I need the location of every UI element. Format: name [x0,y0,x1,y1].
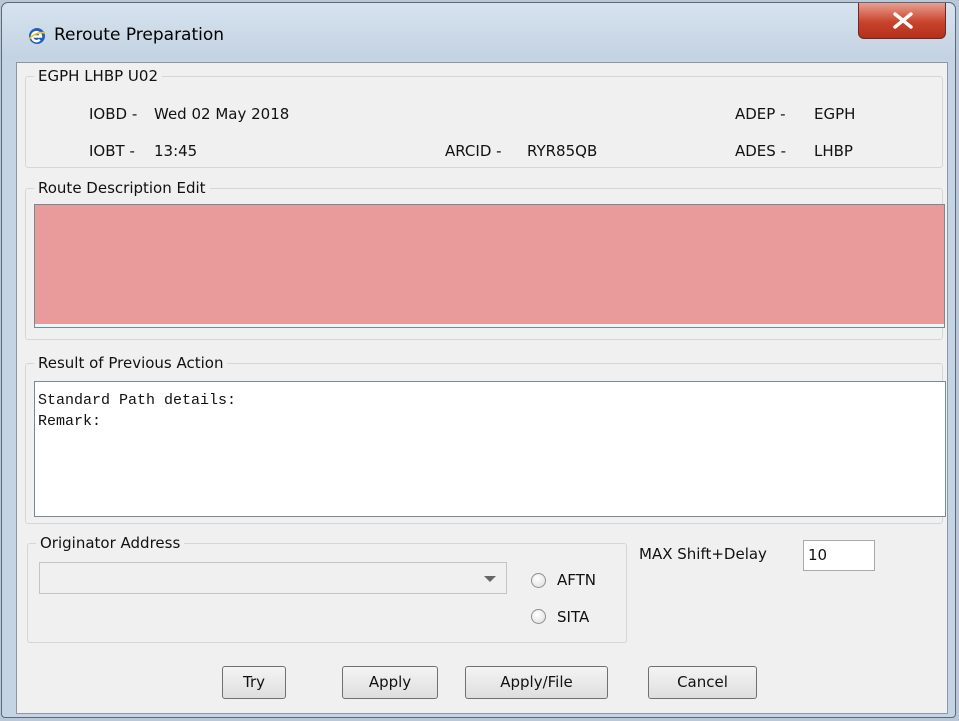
chevron-down-icon[interactable] [484,576,496,582]
iobd-label: IOBD - [89,105,138,123]
aftn-label[interactable]: AFTN [557,571,596,589]
adep-label: ADEP - [735,105,786,123]
window-title: Reroute Preparation [54,25,225,45]
originator-title: Originator Address [36,535,185,552]
close-x-icon [893,12,913,29]
sita-label[interactable]: SITA [557,608,589,626]
arcid-label: ARCID - [445,142,502,160]
route-description-textarea[interactable] [34,204,945,328]
title-bar[interactable]: Reroute Preparation [2,3,955,59]
try-button[interactable]: Try [222,666,286,699]
aftn-radio[interactable] [531,573,546,588]
close-button[interactable] [858,3,946,39]
apply-button[interactable]: Apply [342,666,438,699]
route-title: Route Description Edit [34,180,210,197]
originator-address-combobox[interactable] [39,562,507,594]
result-line: Standard Path details: [38,392,237,409]
max-shift-delay-label: MAX Shift+Delay [639,545,767,563]
result-line: Remark: [38,413,102,430]
arcid-value: RYR85QB [527,142,598,160]
apply-file-button[interactable]: Apply/File [465,666,608,699]
dialog-content: EGPH LHBP U02 IOBD - Wed 02 May 2018 IOB… [16,62,948,714]
ades-label: ADES - [735,142,786,160]
iobd-value: Wed 02 May 2018 [154,105,290,123]
result-textarea[interactable]: Standard Path details: Remark: [34,381,946,517]
iobt-label: IOBT - [89,142,135,160]
sita-radio[interactable] [531,609,546,624]
adep-value: EGPH [814,105,856,123]
ades-value: LHBP [814,142,853,160]
reroute-dialog: Reroute Preparation EGPH LHBP U02 IOBD -… [1,2,956,718]
max-shift-delay-input[interactable]: 10 [803,540,875,571]
e-app-icon [28,28,46,44]
cancel-button[interactable]: Cancel [648,666,757,699]
result-title: Result of Previous Action [34,355,228,372]
iobt-value: 13:45 [154,142,198,160]
flight-info-title: EGPH LHBP U02 [34,68,162,85]
route-error-highlight [35,205,944,324]
